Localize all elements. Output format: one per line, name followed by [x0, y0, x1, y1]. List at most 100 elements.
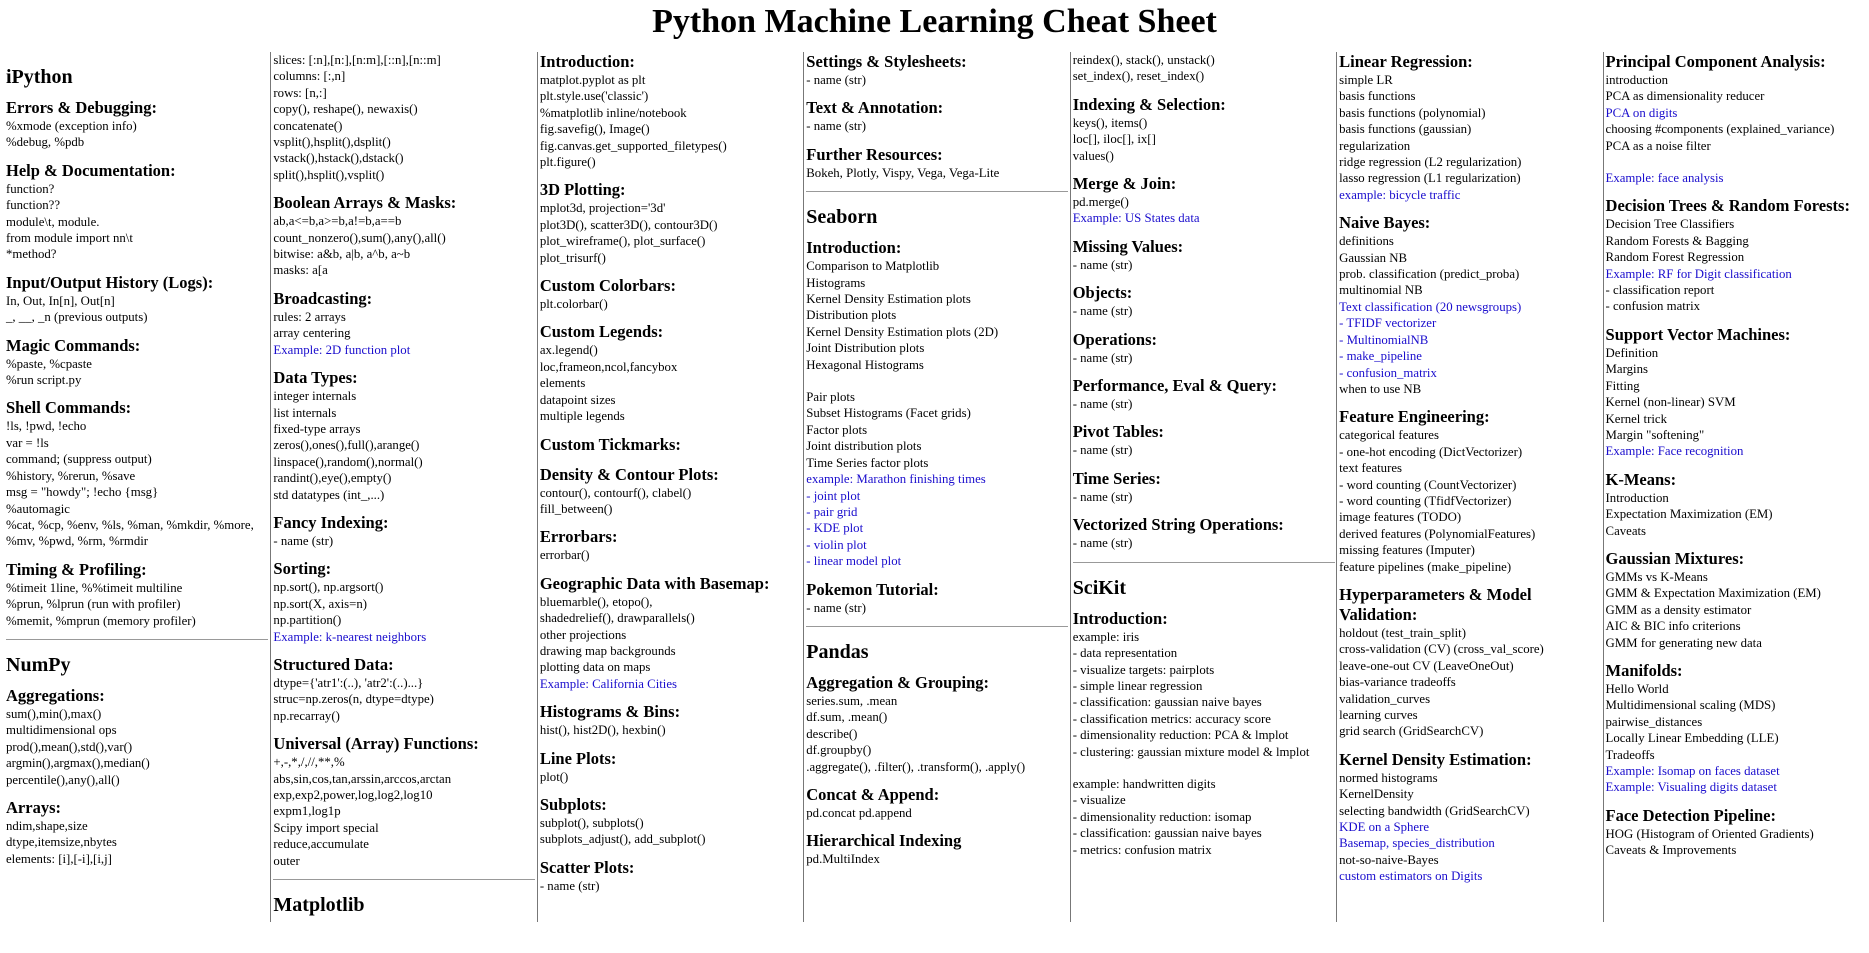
example-link[interactable]: - violin plot [806, 537, 1069, 553]
section-data-types: Data Types: integer internals list interna… [273, 368, 536, 503]
example-link[interactable]: - KDE plot [806, 520, 1069, 536]
example-link[interactable]: example: Marathon finishing times [806, 471, 1069, 487]
example-link[interactable]: - linear model plot [806, 553, 1069, 569]
list-item: choosing #components (explained_variance… [1605, 122, 1835, 137]
example-link[interactable]: Example: US States data [1073, 210, 1336, 226]
section-title: Vectorized String Operations: [1072, 515, 1284, 535]
example-link[interactable]: - TFIDF vectorizer [1339, 315, 1602, 331]
list-item: ndim,shape,size [6, 818, 88, 833]
section-lines: integer internals list internals fixed-typ… [273, 388, 536, 503]
example-link[interactable]: Example: 2D function plot [273, 342, 536, 358]
list-item: concatenate() [273, 118, 343, 133]
example-link[interactable]: Example: California Cities [540, 676, 803, 692]
list-item: - name (str) [273, 533, 334, 548]
section-line-plots: Line Plots: plot() [540, 749, 803, 785]
section-performance-eval-query: Performance, Eval & Query: - name (str) [1073, 376, 1336, 412]
list-item: Kernel Density Estimation plots (2D) [806, 324, 999, 339]
list-item: Subset Histograms (Facet grids) [806, 406, 971, 421]
list-item: columns: [:,n] [273, 69, 346, 84]
section-linear-regression: Linear Regression: simple LR basis functio… [1339, 52, 1602, 203]
section-lines: - name (str) [806, 600, 1069, 616]
example-link[interactable]: - pair grid [806, 504, 1069, 520]
list-item: Scipy import special [273, 820, 379, 835]
example-link[interactable]: Example: k-nearest neighbors [273, 629, 536, 645]
example-link[interactable]: - MultinomialNB [1339, 332, 1602, 348]
section-title: Manifolds: [1605, 660, 1683, 680]
section-lines: Comparison to Matplotlib Histograms Kernel… [806, 258, 1069, 569]
list-item: %history, %rerun, %save [6, 468, 136, 483]
example-link[interactable]: - joint plot [806, 488, 1069, 504]
example-link[interactable]: KDE on a Sphere [1339, 819, 1602, 835]
list-item: bitwise: a&b, a|b, a^b, a~b [273, 247, 411, 262]
list-item: pd.MultiIndex [806, 852, 880, 867]
section-missing-values: Missing Values: - name (str) [1073, 237, 1336, 273]
section-lines: - name (str) [1073, 350, 1336, 366]
column-4: Settings & Stylesheets: - name (str) Text … [803, 52, 1069, 923]
list-item: holdout (test_train_split) [1339, 625, 1466, 640]
column-3: Introduction: matplot.pyplot as plt plt.st… [536, 52, 803, 923]
list-item: bluemarble(), etopo(), [539, 594, 653, 609]
section-lines: GMMs vs K-Means GMM & Expectation Maximiz… [1606, 569, 1869, 651]
example-link[interactable]: Example: Visualing digits dataset [1606, 779, 1869, 795]
section-aggregations: Aggregations: sum(),min(),max() multidimen… [6, 686, 270, 788]
list-item: plt.colorbar() [539, 297, 608, 312]
section-lines: contour(), contourf(), clabel() fill_betw… [540, 485, 803, 518]
section-lines: Hello World Multidimensional scaling (MDS… [1606, 681, 1869, 796]
section-lines: introduction PCA as dimensionality reduce… [1606, 72, 1869, 186]
example-link[interactable]: Text classification (20 newsgroups) [1339, 299, 1602, 315]
section-lines: holdout (test_train_split) cross-validati… [1339, 625, 1602, 740]
list-item: - confusion matrix [1605, 299, 1701, 314]
list-item: drawing map backgrounds [539, 643, 676, 658]
list-item: series.sum, .mean [806, 693, 898, 708]
section-title: Principal Component Analysis: [1605, 52, 1826, 71]
example-link[interactable]: custom estimators on Digits [1339, 868, 1602, 884]
section-title: Feature Engineering: [1339, 407, 1490, 427]
example-link[interactable]: PCA on digits [1606, 105, 1869, 121]
section-lines: pd.merge() Example: US States data [1073, 194, 1336, 227]
list-item: plot_wireframe(), plot_surface() [539, 234, 706, 249]
list-item: derived features (PolynomialFeatures) [1339, 526, 1536, 541]
section-concat-append: Concat & Append: pd.concat pd.append [806, 785, 1069, 821]
example-link[interactable]: - make_pipeline [1339, 348, 1602, 364]
list-item: hist(), hist2D(), hexbin() [539, 723, 666, 738]
list-item: basis functions [1339, 89, 1416, 104]
example-link[interactable]: Example: face analysis [1606, 170, 1869, 186]
example-link[interactable]: example: bicycle traffic [1339, 187, 1602, 203]
list-item: from module import nn\t [6, 231, 133, 246]
list-item: - one-hot encoding (DictVectorizer) [1339, 444, 1523, 459]
example-link[interactable]: - confusion_matrix [1339, 365, 1602, 381]
section-lines: In, Out, In[n], Out[n] _, __, _n (previou… [6, 293, 270, 326]
example-link[interactable]: Example: Face recognition [1606, 443, 1869, 459]
section-lines: - name (str) [1073, 257, 1336, 273]
section-title: Geographic Data with Basemap: [539, 573, 770, 593]
example-link[interactable]: Example: RF for Digit classification [1606, 266, 1869, 282]
list-item: np.sort(), np.argsort() [273, 580, 384, 595]
list-item: values() [1072, 148, 1114, 163]
section-divider [273, 879, 536, 881]
library-heading-seaborn: Seaborn [806, 206, 878, 229]
list-item: - name (str) [806, 600, 866, 615]
list-item: df.sum, .mean() [806, 710, 888, 725]
section-lines: %xmode (exception info) %debug, %pdb [6, 118, 270, 151]
list-item: Kernel Density Estimation plots [806, 292, 971, 307]
section-lines: categorical features - one-hot encoding (… [1339, 427, 1602, 575]
section-title: Kernel Density Estimation: [1339, 749, 1532, 769]
list-item: plt.style.use('classic') [539, 89, 649, 104]
section-title: Magic Commands: [6, 335, 141, 355]
section-title: Performance, Eval & Query: [1072, 376, 1278, 396]
example-link[interactable]: Basemap, species_distribution [1339, 835, 1602, 851]
list-item: Factor plots [806, 422, 868, 437]
section-divider [806, 191, 1069, 193]
section-gaussian-mixtures: Gaussian Mixtures: GMMs vs K-Means GMM & E… [1606, 549, 1869, 651]
example-link[interactable]: Example: Isomap on faces dataset [1606, 763, 1869, 779]
list-item: fig.savefig(), Image() [539, 122, 650, 137]
section-title: Aggregations: [6, 685, 105, 705]
section-lines: pd.concat pd.append [806, 805, 1069, 821]
list-item: GMM & Expectation Maximization (EM) [1605, 586, 1821, 601]
page-title: Python Machine Learning Cheat Sheet [652, 3, 1217, 40]
section-help-documentation: Help & Documentation: function? function??… [6, 161, 270, 263]
section-support-vector-machines: Support Vector Machines: Definition Margin… [1606, 325, 1869, 460]
section-principal-component-analysis: Principal Component Analysis: introductio… [1606, 52, 1869, 186]
list-item: - name (str) [1072, 304, 1133, 319]
